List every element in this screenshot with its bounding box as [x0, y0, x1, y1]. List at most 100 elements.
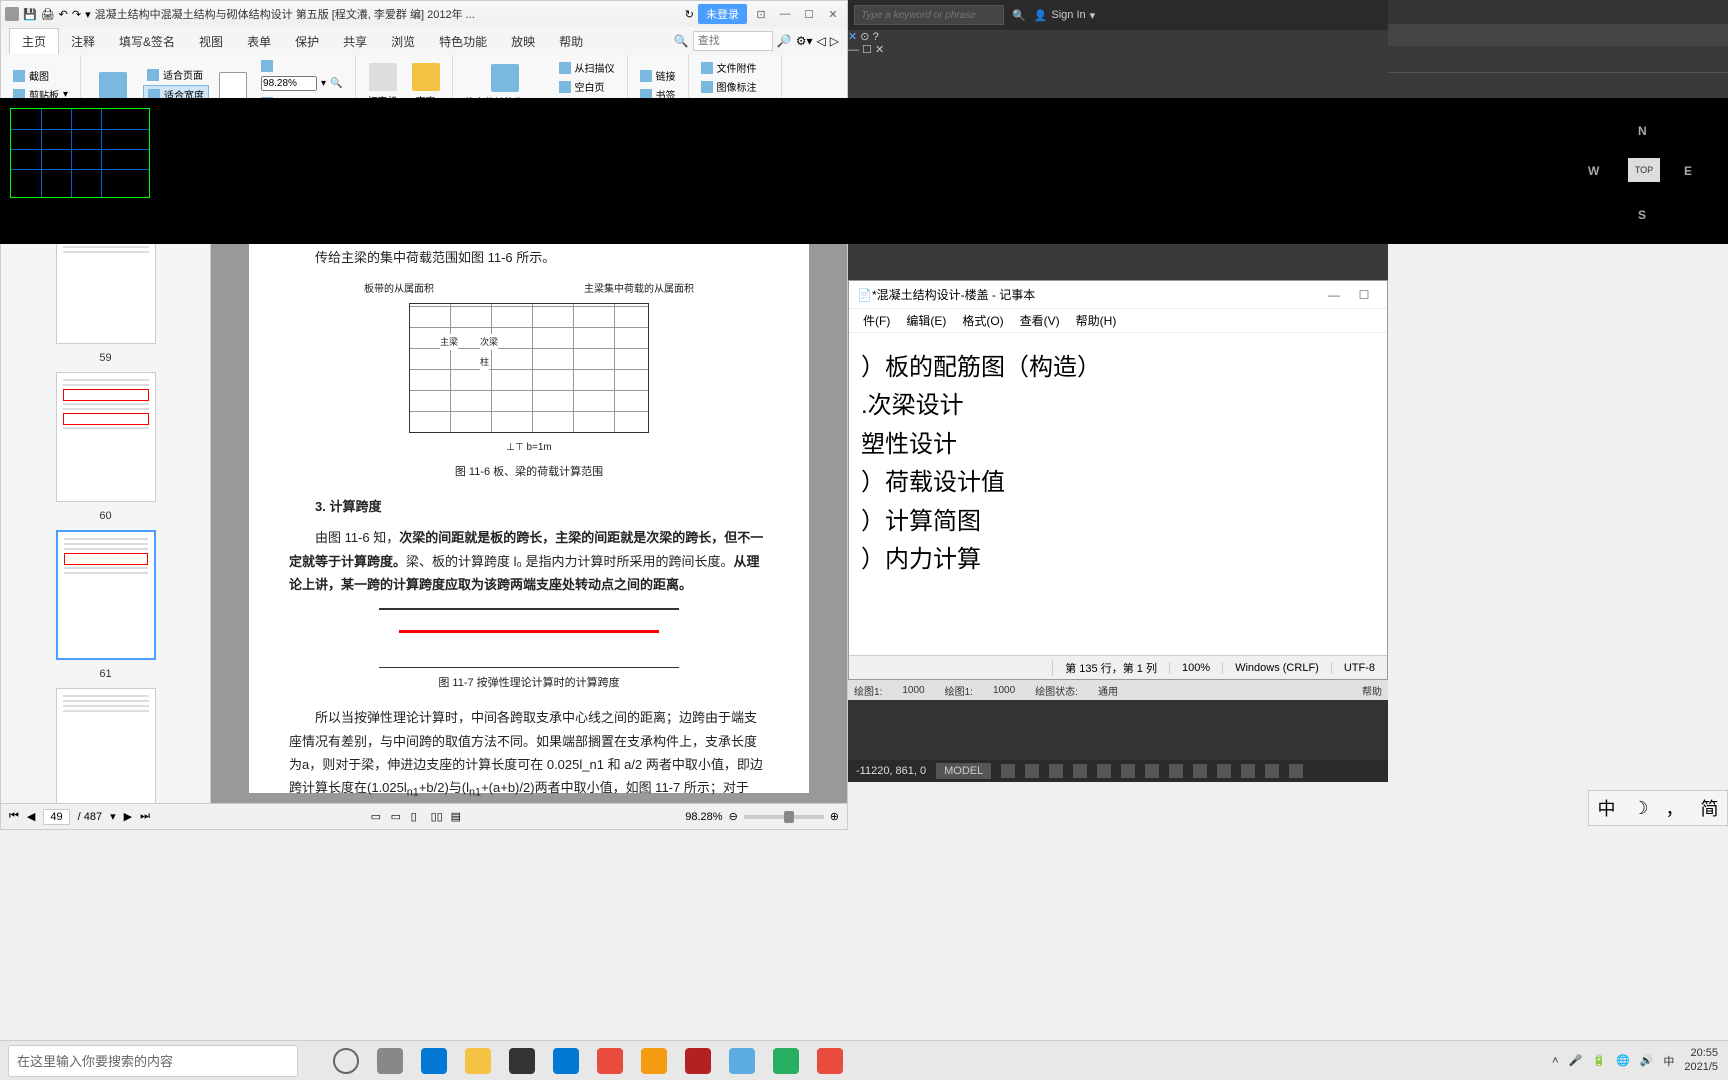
- viewcube[interactable]: N E S W TOP: [1598, 128, 1688, 218]
- menu-share[interactable]: 共享: [331, 29, 379, 54]
- cad-drawing-area[interactable]: N E S W TOP: [0, 98, 1728, 244]
- lwt-icon[interactable]: [1145, 764, 1159, 778]
- blank-page-button[interactable]: 空白页: [555, 78, 619, 95]
- ime-simp[interactable]: 简: [1700, 795, 1718, 821]
- help-icon[interactable]: ?: [873, 31, 879, 43]
- cycling-icon[interactable]: [1193, 764, 1207, 778]
- minimize-icon[interactable]: —: [1319, 288, 1349, 302]
- next-icon[interactable]: ▷: [830, 34, 839, 48]
- workspace-icon[interactable]: [1241, 764, 1255, 778]
- cortana-icon[interactable]: [326, 1043, 366, 1079]
- calendar-icon[interactable]: [546, 1043, 586, 1079]
- menu-edit[interactable]: 编辑(E): [900, 310, 952, 331]
- menu-browse[interactable]: 浏览: [379, 29, 427, 54]
- cad-search-input[interactable]: [854, 5, 1004, 25]
- menu-help[interactable]: 帮助: [547, 29, 595, 54]
- layout-icon[interactable]: ▯: [411, 810, 425, 824]
- menu-view[interactable]: 视图: [187, 29, 235, 54]
- prev-page-icon[interactable]: ◀: [27, 810, 35, 823]
- osnap-icon[interactable]: [1097, 764, 1111, 778]
- menu-view[interactable]: 查看(V): [1014, 310, 1066, 331]
- snap-icon[interactable]: [1025, 764, 1039, 778]
- next-page-icon[interactable]: ▶: [124, 810, 132, 823]
- minimize-icon[interactable]: —: [848, 44, 859, 56]
- menu-form[interactable]: 表单: [235, 29, 283, 54]
- app-icon[interactable]: [810, 1043, 850, 1079]
- fit-page-button[interactable]: 适合页面: [143, 66, 209, 83]
- layout-icon[interactable]: ▭: [371, 810, 385, 824]
- settings-icon[interactable]: ⚙▾: [796, 34, 813, 48]
- taskview-icon[interactable]: [370, 1043, 410, 1079]
- model-space-button[interactable]: MODEL: [936, 763, 991, 779]
- print-icon[interactable]: 🖨: [41, 8, 55, 21]
- from-scan-button[interactable]: 从扫描仪: [555, 59, 619, 76]
- menu-fill-sign[interactable]: 填写&签名: [107, 29, 187, 54]
- edge-icon[interactable]: [414, 1043, 454, 1079]
- minimize-icon[interactable]: —: [775, 6, 795, 22]
- close-icon[interactable]: ✕: [823, 6, 843, 22]
- dropdown-icon[interactable]: ▾: [85, 8, 91, 21]
- screenshot-button[interactable]: 截图: [9, 67, 72, 84]
- signin-button[interactable]: 👤 Sign In ▾: [1034, 9, 1095, 22]
- attachment-button[interactable]: 文件附件: [697, 59, 773, 76]
- ime-mode-icon[interactable]: ☽: [1632, 798, 1648, 819]
- thumbnail-62[interactable]: [56, 688, 156, 803]
- zoom-slider[interactable]: [744, 815, 824, 819]
- link-button[interactable]: 链接: [636, 67, 680, 84]
- layout-icon[interactable]: ▯▯: [431, 810, 445, 824]
- zoom-in-icon[interactable]: 🔍: [330, 78, 342, 89]
- image-annot-button[interactable]: 图像标注: [697, 78, 773, 95]
- menu-file[interactable]: 件(F): [857, 310, 896, 331]
- sync-icon[interactable]: ↻: [685, 8, 694, 21]
- grid-icon[interactable]: [1001, 764, 1015, 778]
- thumbnail-60[interactable]: [56, 372, 156, 502]
- maximize-icon[interactable]: ☐: [1349, 288, 1379, 302]
- search-submit-icon[interactable]: 🔎: [777, 34, 792, 48]
- prev-icon[interactable]: ◁: [817, 34, 826, 48]
- annot-icon[interactable]: [1217, 764, 1231, 778]
- menu-annotate[interactable]: 注释: [59, 29, 107, 54]
- close-icon[interactable]: ✕: [875, 44, 884, 56]
- ime-lang[interactable]: 中: [1597, 795, 1615, 821]
- exchange-icon[interactable]: ✕: [848, 31, 857, 43]
- mic-icon[interactable]: 🎤: [1569, 1054, 1583, 1067]
- page-input[interactable]: 49: [43, 809, 69, 825]
- explorer-icon[interactable]: [458, 1043, 498, 1079]
- redo-icon[interactable]: ↷: [72, 8, 81, 21]
- search-input[interactable]: [693, 31, 773, 51]
- compact-icon[interactable]: ⊡: [751, 6, 771, 22]
- store-icon[interactable]: [502, 1043, 542, 1079]
- zoom-out-icon[interactable]: ⊖: [729, 810, 738, 823]
- clock[interactable]: 20:55 2021/5: [1684, 1047, 1718, 1073]
- search-go-icon[interactable]: 🔍: [1012, 9, 1026, 22]
- ime-indicator[interactable]: 中: [1663, 1053, 1674, 1069]
- menu-format[interactable]: 格式(O): [956, 310, 1009, 331]
- login-button[interactable]: 未登录: [698, 4, 747, 24]
- customize-icon[interactable]: [1289, 764, 1303, 778]
- ime-toolbar[interactable]: 中 ☽ ， 简: [1588, 790, 1728, 826]
- tray-up-icon[interactable]: ˄: [1552, 1055, 1558, 1067]
- ime-punct-icon[interactable]: ，: [1666, 795, 1684, 821]
- layout-icon[interactable]: ▤: [451, 810, 465, 824]
- maximize-icon[interactable]: ☐: [799, 6, 819, 22]
- volume-icon[interactable]: 🔊: [1640, 1054, 1654, 1067]
- command-line[interactable]: [848, 700, 1388, 760]
- notepad-icon[interactable]: [722, 1043, 762, 1079]
- ortho-icon[interactable]: [1049, 764, 1063, 778]
- zoom-input[interactable]: [261, 76, 317, 91]
- layout-icon[interactable]: ▭: [391, 810, 405, 824]
- menu-protect[interactable]: 保护: [283, 29, 331, 54]
- zoom-in-icon[interactable]: ⊕: [830, 810, 839, 823]
- app-icon[interactable]: [766, 1043, 806, 1079]
- thumbnail-61[interactable]: [56, 530, 156, 660]
- taskbar-search[interactable]: 在这里输入你要搜索的内容: [8, 1045, 298, 1077]
- zoom-out-button[interactable]: [257, 59, 346, 73]
- otrack-icon[interactable]: [1121, 764, 1135, 778]
- a360-icon[interactable]: ⊙: [860, 31, 869, 43]
- pdf-viewport[interactable]: 💡 34 第 11 章 楼 盖 传给主梁的集中荷载范围如图 11-6 所示。 板…: [211, 163, 847, 803]
- maximize-icon[interactable]: ☐: [862, 44, 872, 56]
- viewcube-top[interactable]: TOP: [1628, 158, 1660, 182]
- menu-present[interactable]: 放映: [499, 29, 547, 54]
- menu-features[interactable]: 特色功能: [427, 29, 499, 54]
- battery-icon[interactable]: 🔋: [1592, 1054, 1606, 1067]
